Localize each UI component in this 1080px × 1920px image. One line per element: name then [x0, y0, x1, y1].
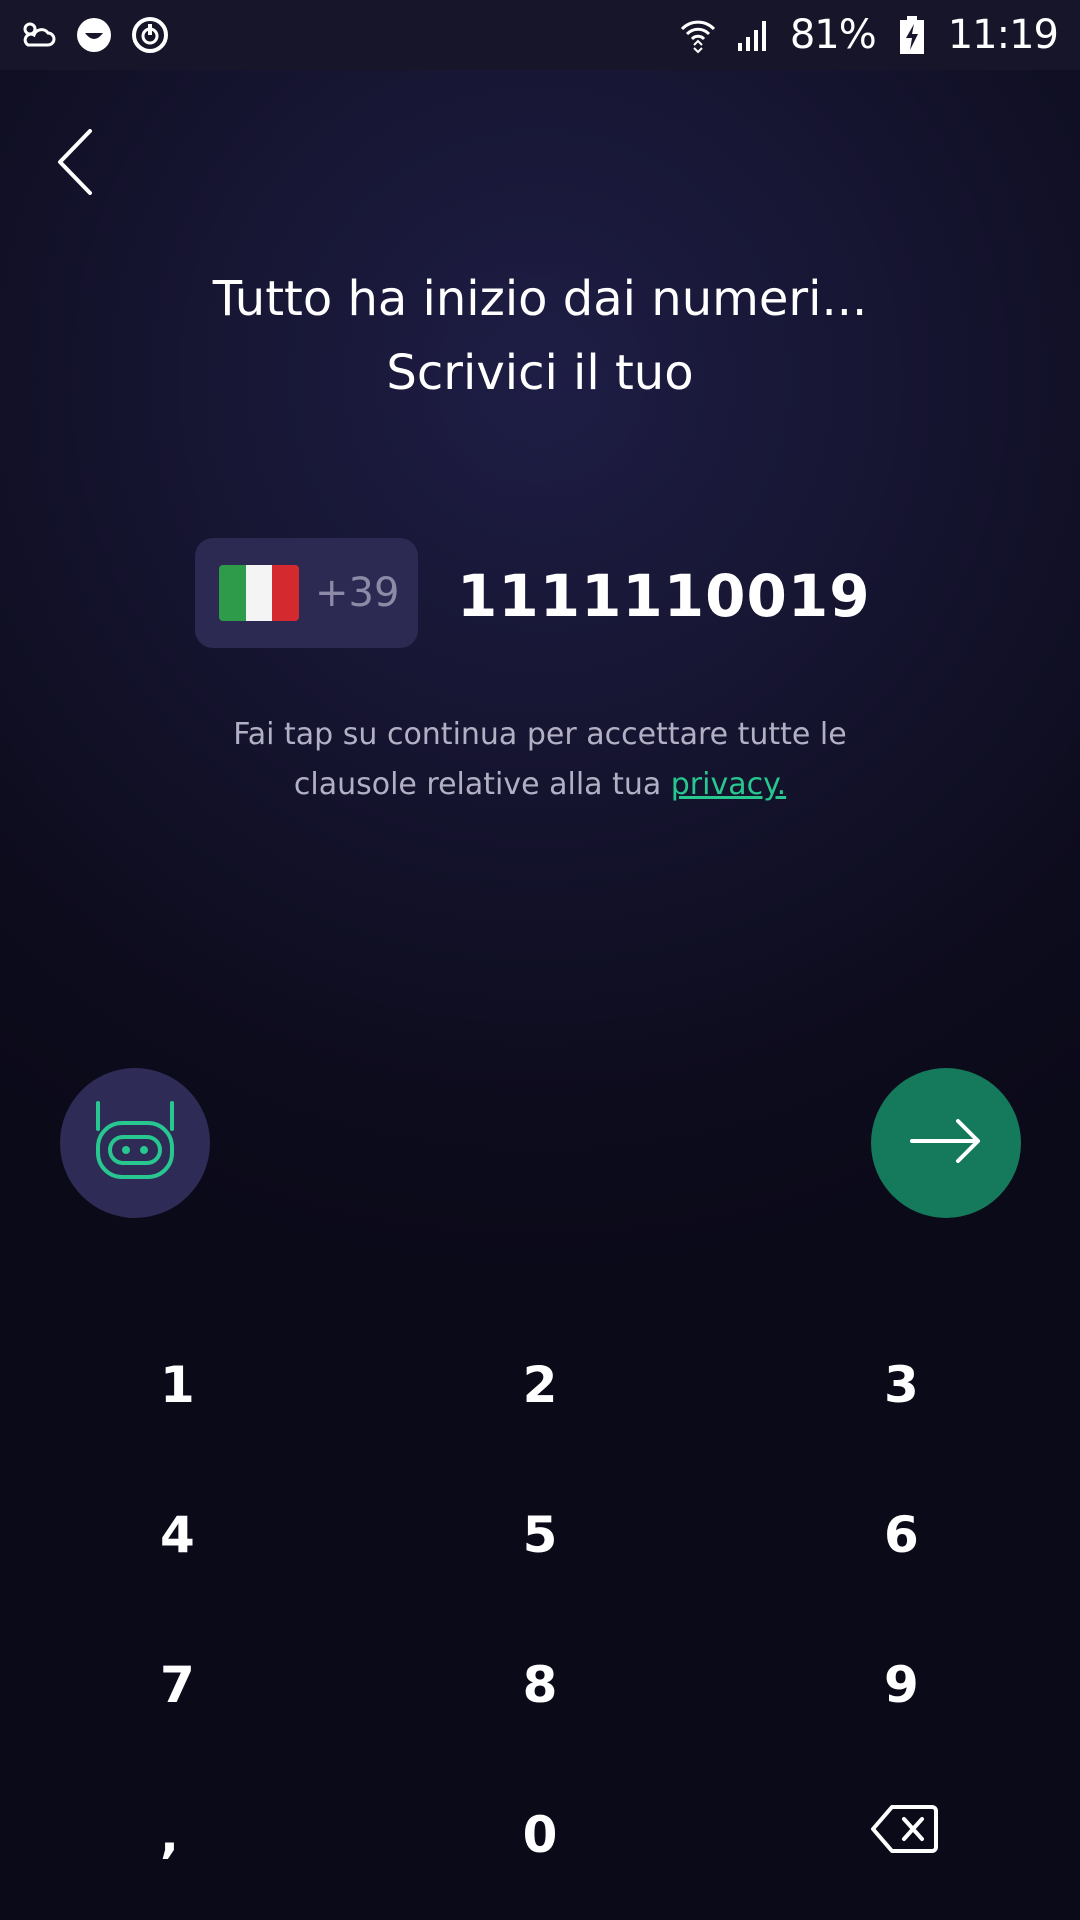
key-comma[interactable]: , — [0, 1760, 360, 1910]
key-2[interactable]: 2 — [360, 1310, 720, 1460]
key-1[interactable]: 1 — [0, 1310, 360, 1460]
face-icon — [74, 15, 114, 55]
backspace-icon — [870, 1803, 940, 1867]
battery-charging-icon — [892, 15, 932, 55]
robot-face-icon — [92, 1101, 178, 1185]
privacy-link[interactable]: privacy. — [671, 767, 786, 802]
key-8[interactable]: 8 — [360, 1610, 720, 1760]
status-left-icons — [18, 15, 170, 55]
status-bar: 81% 11:19 — [0, 0, 1080, 70]
key-4[interactable]: 4 — [0, 1460, 360, 1610]
bot-button[interactable] — [60, 1068, 210, 1218]
status-right-icons: 81% 11:19 — [678, 12, 1059, 58]
arrow-right-icon — [910, 1119, 982, 1167]
numeric-keypad: 1 2 3 4 5 6 7 8 9 , 0 — [0, 1310, 1080, 1910]
country-code-picker[interactable]: +39 — [195, 538, 418, 648]
key-6[interactable]: 6 — [720, 1460, 1080, 1610]
backspace-key[interactable] — [720, 1760, 1080, 1910]
title-line-1: Tutto ha inizio dai numeri... — [212, 271, 868, 327]
privacy-note-prefix: clausole relative alla tua — [293, 767, 671, 802]
key-0[interactable]: 0 — [360, 1760, 720, 1910]
battery-percentage: 81% — [789, 12, 877, 58]
continue-button[interactable] — [871, 1068, 1021, 1218]
power-timer-icon — [130, 15, 170, 55]
page-title: Tutto ha inizio dai numeri... Scrivici i… — [0, 262, 1080, 410]
signal-icon — [734, 15, 774, 55]
key-7[interactable]: 7 — [0, 1610, 360, 1760]
privacy-note-line-2: clausole relative alla tua privacy. — [0, 760, 1080, 810]
privacy-note: Fai tap su continua per accettare tutte … — [0, 710, 1080, 810]
title-line-2: Scrivici il tuo — [386, 345, 694, 401]
weather-icon — [18, 15, 58, 55]
status-time: 11:19 — [947, 12, 1059, 58]
key-9[interactable]: 9 — [720, 1610, 1080, 1760]
chevron-left-icon — [56, 127, 96, 201]
phone-number-field[interactable]: 1111110019 — [457, 556, 871, 636]
back-button[interactable] — [56, 122, 116, 206]
privacy-note-line-1: Fai tap su continua per accettare tutte … — [233, 717, 847, 752]
wifi-icon — [678, 15, 718, 55]
key-3[interactable]: 3 — [720, 1310, 1080, 1460]
italy-flag-icon — [219, 565, 299, 621]
dial-code: +39 — [315, 570, 400, 616]
key-5[interactable]: 5 — [360, 1460, 720, 1610]
